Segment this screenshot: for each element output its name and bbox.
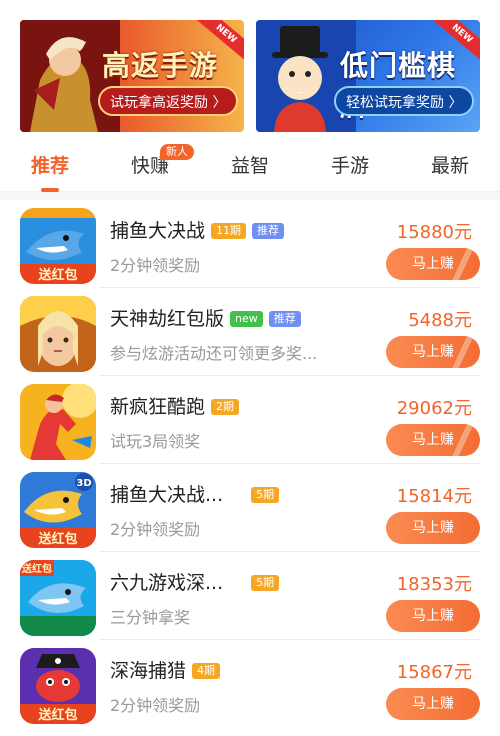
earn-now-button[interactable]: 马上赚 — [386, 512, 480, 544]
fishing-3d-icon: 3D 送红包 — [20, 472, 96, 548]
period-tag: 5期 — [251, 575, 280, 591]
tab-quick-earn[interactable]: 快赚 新人 — [100, 140, 200, 192]
banner-low-threshold-cards[interactable]: NEW 低门槛棋牌 轻松试玩拿奖励 〉 — [256, 20, 480, 132]
tab-label: 手游 — [330, 155, 369, 177]
new-tag: new — [230, 311, 263, 327]
game-description: 2分钟领奖励 — [110, 696, 201, 715]
recommend-tag: 推荐 — [268, 311, 301, 327]
section-divider — [0, 192, 500, 200]
category-tabs: 推荐 快赚 新人 益智 手游 最新 — [0, 140, 500, 192]
period-tag: 2期 — [211, 399, 240, 415]
shark-redpacket-icon: 送红包 — [20, 560, 96, 636]
list-item[interactable]: 3D 送红包 捕鱼大决战... 5期 2分钟领奖励 15814元 马上赚 — [0, 464, 500, 552]
game-title: 天神劫红包版 new 推荐 — [110, 304, 301, 331]
game-description: 2分钟领奖励 — [110, 256, 201, 275]
newcomer-badge: 新人 — [160, 144, 194, 160]
earn-now-button[interactable]: 马上赚 — [386, 688, 480, 720]
game-title: 捕鱼大决战 11期 推荐 — [110, 216, 285, 243]
reward-amount: 15880元 — [396, 222, 472, 243]
banner-carousel: NEW 高返手游 试玩拿高返奖励 〉 NEW 低门槛棋牌 轻松试玩拿奖励 〉 — [0, 0, 500, 140]
reward-amount: 5488元 — [408, 310, 472, 331]
period-tag: 11期 — [211, 223, 247, 239]
earn-now-button[interactable]: 马上赚 — [386, 600, 480, 632]
game-description: 参与炫游活动还可领更多奖... — [110, 344, 318, 363]
recommend-tag: 推荐 — [252, 223, 285, 239]
svg-text:3D: 3D — [76, 478, 91, 489]
banner-high-return-games[interactable]: NEW 高返手游 试玩拿高返奖励 〉 — [20, 20, 244, 132]
list-item[interactable]: 送红包 六九游戏深... 5期 三分钟拿奖 18353元 马上赚 — [0, 552, 500, 640]
tab-puzzle[interactable]: 益智 — [200, 140, 300, 192]
svg-text:送红包: 送红包 — [21, 562, 52, 575]
period-tag: 4期 — [192, 663, 221, 679]
banner-cta-button[interactable]: 轻松试玩拿奖励 〉 — [334, 86, 475, 116]
game-title: 新疯狂酷跑 2期 — [110, 392, 240, 419]
tab-mobile-games[interactable]: 手游 — [300, 140, 400, 192]
period-tag: 5期 — [251, 487, 280, 503]
reward-amount: 15814元 — [396, 486, 472, 507]
reward-amount: 29062元 — [396, 398, 472, 419]
game-description: 2分钟领奖励 — [110, 520, 201, 539]
game-title: 深海捕猎 4期 — [110, 656, 221, 683]
list-item[interactable]: 新疯狂酷跑 2期 试玩3局领奖 29062元 马上赚 — [0, 376, 500, 464]
game-title: 六九游戏深... 5期 — [110, 568, 280, 595]
earn-now-button[interactable]: 马上赚 — [386, 248, 480, 280]
banner-title: 高返手游 — [102, 49, 219, 82]
tab-label: 最新 — [430, 155, 469, 177]
earn-now-button[interactable]: 马上赚 — [386, 424, 480, 456]
fishing-shark-icon: 送红包 — [20, 208, 96, 284]
reward-amount: 15867元 — [396, 662, 472, 683]
svg-text:送红包: 送红包 — [37, 707, 77, 723]
tab-label: 益智 — [230, 155, 269, 177]
earn-now-button[interactable]: 马上赚 — [386, 336, 480, 368]
svg-text:送红包: 送红包 — [37, 267, 77, 283]
game-description: 试玩3局领奖 — [110, 432, 201, 451]
runner-icon — [20, 384, 96, 460]
pirate-crab-icon: 送红包 — [20, 648, 96, 724]
tab-label: 推荐 — [30, 155, 69, 177]
list-item[interactable]: 送红包 捕鱼大决战 11期 推荐 2分钟领奖励 15880元 马上赚 — [0, 200, 500, 288]
tab-recommended[interactable]: 推荐 — [0, 140, 100, 192]
game-title: 捕鱼大决战... 5期 — [110, 480, 280, 507]
list-item[interactable]: 天神劫红包版 new 推荐 参与炫游活动还可领更多奖... 5488元 马上赚 — [0, 288, 500, 376]
warrior-portrait-icon — [20, 296, 96, 372]
list-item[interactable]: 送红包 深海捕猎 4期 2分钟领奖励 15867元 马上赚 — [0, 640, 500, 728]
game-description: 三分钟拿奖 — [110, 608, 191, 627]
banner-cta-button[interactable]: 试玩拿高返奖励 〉 — [98, 86, 239, 116]
svg-text:送红包: 送红包 — [37, 531, 77, 547]
reward-amount: 18353元 — [396, 574, 472, 595]
tab-newest[interactable]: 最新 — [400, 140, 500, 192]
